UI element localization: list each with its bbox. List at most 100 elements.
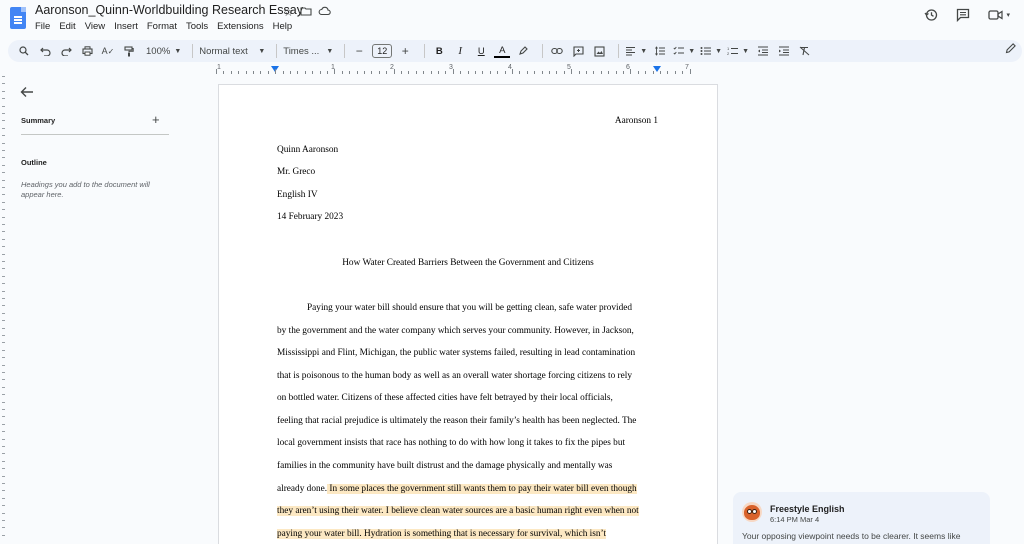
move-folder-icon[interactable] (300, 5, 312, 20)
summary-label: Summary (21, 116, 56, 125)
ruler-tick (2, 187, 5, 188)
text-color-button[interactable]: A (494, 44, 511, 58)
ruler-tick (2, 261, 5, 262)
ruler-tick (297, 71, 299, 74)
menu-edit[interactable]: Edit (59, 21, 75, 32)
decrease-font-size-button[interactable]: − (351, 42, 367, 60)
editing-mode-pencil-icon[interactable] (1005, 43, 1016, 57)
chevron-down-icon: ▼ (715, 47, 723, 55)
horizontal-ruler[interactable]: 1 1 2 3 4 5 6 7 (216, 64, 718, 76)
search-menus-icon[interactable] (16, 42, 32, 60)
title-bar: Aaronson_Quinn-Worldbuilding Research Es… (0, 0, 1024, 38)
ruler-tick (445, 71, 447, 74)
highlight-color-icon[interactable] (515, 42, 531, 60)
commented-highlight[interactable]: In some places the government still want… (327, 484, 637, 494)
bold-button[interactable]: B (431, 42, 447, 60)
ruler-tick (2, 135, 5, 137)
ruler-tick (393, 69, 395, 74)
menu-extensions[interactable]: Extensions (217, 21, 263, 32)
body-paragraph[interactable]: Paying your water bill should ensure tha… (277, 85, 661, 544)
ruler-tick (2, 194, 5, 196)
ruler-tick (408, 71, 410, 74)
comment-card[interactable]: Freestyle English 6:14 PM Mar 4 Your opp… (733, 492, 990, 544)
menu-tools[interactable]: Tools (186, 21, 208, 32)
ruler-tick (2, 98, 5, 100)
document-page[interactable]: Aaronson 1 Quinn Aaronson Mr. Greco Engl… (218, 84, 718, 544)
clear-formatting-icon[interactable] (796, 42, 812, 60)
bulleted-list-icon[interactable]: ▼ (700, 42, 722, 60)
ruler-tick (512, 69, 513, 74)
ruler-tick (2, 231, 5, 233)
increase-indent-icon[interactable] (775, 42, 791, 60)
ruler-tick (2, 431, 5, 433)
ruler-tick (2, 283, 5, 285)
outline-label: Outline (21, 158, 47, 167)
insert-image-icon[interactable] (591, 42, 607, 60)
checklist-icon[interactable]: ▼ (673, 42, 695, 60)
redo-icon[interactable] (58, 42, 74, 60)
ruler-tick (526, 71, 528, 74)
chevron-down-icon: ▼ (688, 47, 696, 55)
menu-help[interactable]: Help (273, 21, 293, 32)
chevron-down-icon: ▾ (1006, 12, 1010, 19)
align-left-icon[interactable]: ▼ (625, 42, 647, 60)
ruler-tick (645, 71, 647, 74)
paragraph-line: local government insists that race has n… (277, 438, 626, 448)
add-summary-icon[interactable]: + (152, 112, 160, 127)
zoom-select[interactable]: 100% ▼ (146, 42, 181, 60)
menu-view[interactable]: View (85, 21, 105, 32)
ruler-tick (2, 150, 5, 151)
add-comment-icon[interactable] (570, 42, 586, 60)
close-outline-arrow-icon[interactable] (20, 85, 34, 103)
ruler-tick (2, 468, 5, 470)
menu-format[interactable]: Format (147, 21, 177, 32)
ruler-tick (667, 71, 669, 74)
formatting-toolbar: A ✓ 100% ▼ Normal text ▼ Times ... ▼ − 12 + … (8, 40, 1022, 62)
print-icon[interactable] (79, 42, 95, 60)
comments-icon[interactable] (956, 8, 970, 22)
font-size-field[interactable]: 12 (372, 42, 393, 60)
decrease-indent-icon[interactable] (754, 42, 770, 60)
paint-format-icon[interactable] (121, 42, 137, 60)
ruler-tick (2, 327, 5, 329)
ruler-tick (2, 534, 5, 536)
font-select[interactable]: Times ... ▼ (283, 42, 333, 60)
ruler-tick (2, 157, 5, 159)
zoom-value: 100% (146, 45, 171, 57)
ruler-tick (2, 90, 5, 92)
menu-file[interactable]: File (35, 21, 50, 32)
increase-font-size-button[interactable]: + (397, 42, 413, 60)
insert-link-icon[interactable] (549, 42, 565, 60)
menu-insert[interactable]: Insert (114, 21, 138, 32)
ruler-tick (2, 409, 5, 410)
vertical-ruler[interactable] (0, 76, 6, 544)
meet-video-icon[interactable]: ▾ (988, 9, 1010, 21)
svg-text:2: 2 (727, 51, 730, 56)
ruler-tick (304, 71, 306, 74)
undo-icon[interactable] (37, 42, 53, 60)
ruler-tick (2, 320, 5, 322)
numbered-list-icon[interactable]: 12 ▼ (727, 42, 749, 60)
toolbar-divider (542, 44, 544, 58)
star-icon[interactable]: ☆ (283, 5, 294, 20)
ruler-tick (586, 71, 587, 74)
cloud-status-icon[interactable] (318, 5, 331, 20)
ruler-tick (534, 71, 536, 74)
ruler-tick (563, 71, 565, 74)
docs-logo-icon[interactable] (10, 7, 26, 29)
line-spacing-icon[interactable] (652, 42, 668, 60)
document-title[interactable]: Aaronson_Quinn-Worldbuilding Research Es… (35, 3, 303, 17)
commented-highlight[interactable]: they aren’t using their water. I believe… (277, 506, 639, 516)
version-history-icon[interactable] (924, 8, 938, 22)
toolbar-divider (192, 44, 194, 58)
ruler-tick (475, 71, 476, 74)
spellcheck-icon[interactable]: A ✓ (100, 42, 116, 60)
ruler-tick (401, 71, 402, 74)
italic-button[interactable]: I (452, 42, 468, 60)
style-select[interactable]: Normal text ▼ (199, 42, 265, 60)
underline-button[interactable]: U (473, 42, 489, 60)
paragraph-line: that is poisonous to the human body as w… (277, 371, 632, 381)
ruler-tick (267, 71, 269, 74)
toolbar-divider (276, 44, 278, 58)
commented-highlight[interactable]: paying your water bill. Hydration is som… (277, 529, 607, 539)
